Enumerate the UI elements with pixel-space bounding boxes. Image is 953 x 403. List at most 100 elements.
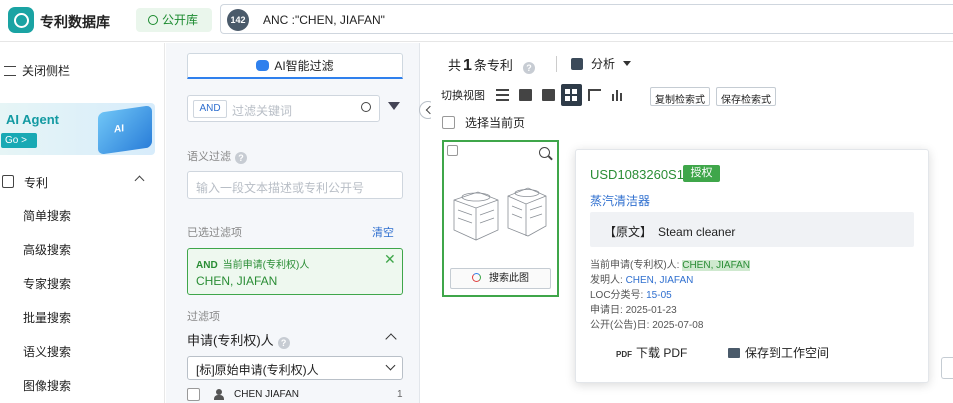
public-db-label: 公开库	[162, 13, 199, 27]
patent-section-header[interactable]: 专利	[0, 173, 165, 191]
sidebar-item-image-search[interactable]: 图像搜索	[23, 377, 71, 394]
ai-cube-icon: AI	[98, 105, 152, 155]
search-this-image-label: 搜索此图	[489, 273, 529, 284]
app-logo-icon	[8, 7, 34, 33]
person-icon	[214, 389, 224, 400]
tab-ai-filter[interactable]: AI智能过滤	[187, 53, 403, 79]
semantic-filter-label: 语义过滤?	[187, 148, 247, 164]
zoom-icon[interactable]	[539, 147, 550, 158]
help-icon[interactable]: ?	[522, 62, 535, 74]
sidebar-item-advanced-search[interactable]: 高级搜索	[23, 241, 71, 258]
view-switch-label: 切换视图	[441, 90, 485, 102]
query-text[interactable]: ANC :"CHEN, JIAFAN"	[263, 13, 385, 27]
query-count-badge: 142	[227, 9, 249, 31]
search-icon[interactable]	[361, 102, 371, 112]
facet-checkbox[interactable]	[187, 388, 200, 401]
facet-item[interactable]: CHEN JIAFAN 1	[187, 387, 403, 403]
count-suffix: 条专利	[473, 58, 513, 73]
filing-date: 2025-01-23	[625, 305, 677, 316]
applicant-label: 当前申请(专利权)人:	[590, 260, 680, 271]
help-icon[interactable]: ?	[277, 337, 290, 349]
ai-agent-go-button[interactable]: Go >	[1, 133, 37, 148]
sidebar-item-expert-search[interactable]: 专家搜索	[23, 275, 71, 292]
count-prefix: 共	[448, 58, 462, 73]
applicant-type-select[interactable]: [标]原始申请(专利权)人	[187, 356, 403, 380]
applicant-facet-header[interactable]: 申请(专利权)人?	[187, 330, 403, 349]
filing-label: 申请日:	[590, 305, 623, 316]
folder-icon	[728, 348, 740, 358]
chart-view-icon[interactable]	[607, 84, 628, 106]
applicant-type-value: [标]原始申请(专利权)人	[196, 363, 319, 377]
ai-agent-banner[interactable]: AI Agent Go > AI	[0, 103, 155, 155]
facet-name: CHEN JIAFAN	[234, 389, 300, 400]
grid-view-icon[interactable]	[561, 84, 582, 106]
analyze-button[interactable]: 分析	[571, 55, 632, 72]
query-input[interactable]: 142 ANC :"CHEN, JIAFAN"	[220, 4, 953, 34]
filing-date-row: 申请日: 2025-01-23	[590, 301, 677, 316]
chevron-up-icon	[134, 175, 145, 186]
original-tag: 【原文】	[604, 225, 653, 239]
photo-view-icon[interactable]	[538, 84, 559, 106]
collapse-sidebar-button[interactable]: 关闭侧栏	[4, 62, 169, 79]
applicant-row: 当前申请(专利权)人: CHEN, JIAFAN	[590, 256, 751, 271]
semantic-filter-text: 语义过滤	[187, 151, 231, 163]
select-page-label: 选择当前页	[465, 116, 526, 130]
analyze-label: 分析	[591, 57, 616, 71]
divider	[556, 56, 557, 72]
keyword-placeholder: 过滤关键词	[232, 104, 293, 118]
patent-icon	[2, 175, 14, 188]
patent-thumbnail-card[interactable]: 搜索此图	[442, 140, 559, 297]
chevron-up-icon	[385, 333, 397, 345]
keyword-filter-input[interactable]: AND 过滤关键词	[187, 95, 380, 122]
tree-view-icon[interactable]	[584, 84, 605, 106]
select-page-checkbox[interactable]	[442, 116, 455, 129]
result-count: 共 1 条专利?	[448, 55, 535, 75]
public-db-button[interactable]: 公开库	[136, 8, 212, 32]
result-checkbox[interactable]	[447, 145, 458, 156]
download-pdf-button[interactable]: PDF 下载 PDF	[616, 344, 687, 361]
list-view-icon[interactable]	[492, 84, 513, 106]
inventor-row: 发明人: CHEN, JIAFAN	[590, 271, 693, 286]
copy-query-button[interactable]: 复制检索式	[650, 87, 710, 106]
left-sidebar: 关闭侧栏 AI Agent Go > AI 专利 简单搜索 高级搜索 专家搜索 …	[0, 43, 165, 403]
applicant-value[interactable]: CHEN, JIAFAN	[682, 260, 751, 271]
download-pdf-label: 下载 PDF	[636, 346, 688, 360]
collapse-label: 关闭侧栏	[22, 64, 71, 78]
filter-settings-icon[interactable]	[388, 102, 400, 114]
close-icon[interactable]: ✕	[384, 251, 396, 268]
clear-filters-button[interactable]: 清空	[372, 224, 394, 240]
selected-filter-value: CHEN, JIAFAN	[196, 274, 278, 288]
sidebar-item-semantic-search[interactable]: 语义搜索	[23, 343, 71, 360]
filter-panel: AI智能过滤 AND 过滤关键词 语义过滤? 输入一段文本描述或专利公开号 已选…	[166, 43, 420, 403]
original-title-box: 【原文】 Steam cleaner	[590, 212, 914, 247]
semantic-filter-input[interactable]: 输入一段文本描述或专利公开号	[187, 171, 403, 199]
patent-number-link[interactable]: USD1083260S1	[590, 167, 684, 182]
caret-down-icon	[623, 61, 632, 66]
ai-cube-label: AI	[114, 123, 124, 136]
robot-icon	[256, 60, 270, 71]
select-page-row[interactable]: 选择当前页	[442, 114, 525, 131]
ai-filter-label: AI智能过滤	[274, 59, 334, 73]
original-title: Steam cleaner	[658, 225, 736, 239]
search-this-image-button[interactable]: 搜索此图	[450, 268, 551, 289]
save-workspace-button[interactable]: 保存到工作空间	[728, 344, 829, 361]
logic-operator-select[interactable]: AND	[193, 100, 227, 118]
inventor-value[interactable]: CHEN, JIAFAN	[626, 275, 694, 286]
facet-count: 1	[397, 389, 403, 400]
sidebar-item-simple-search[interactable]: 简单搜索	[23, 207, 71, 224]
help-icon[interactable]: ?	[235, 152, 247, 164]
loc-value[interactable]: 15-05	[646, 290, 672, 301]
save-query-button[interactable]: 保存检索式	[716, 87, 776, 106]
image-view-icon[interactable]	[515, 84, 536, 106]
chevron-down-icon	[385, 360, 396, 371]
sidebar-item-batch-search[interactable]: 批量搜索	[23, 309, 71, 326]
patent-title-link[interactable]: 蒸汽清洁器	[590, 192, 650, 209]
bar-chart-icon	[571, 58, 583, 70]
pub-date-row: 公开(公告)日: 2025-07-08	[590, 316, 703, 331]
side-panel-handle[interactable]	[941, 357, 953, 379]
save-workspace-label: 保存到工作空间	[745, 346, 830, 360]
loc-label: LOC分类号:	[590, 290, 644, 301]
ai-agent-title: AI Agent	[6, 112, 59, 127]
status-badge: 授权	[683, 165, 720, 182]
app-name: 专利数据库	[40, 14, 110, 30]
